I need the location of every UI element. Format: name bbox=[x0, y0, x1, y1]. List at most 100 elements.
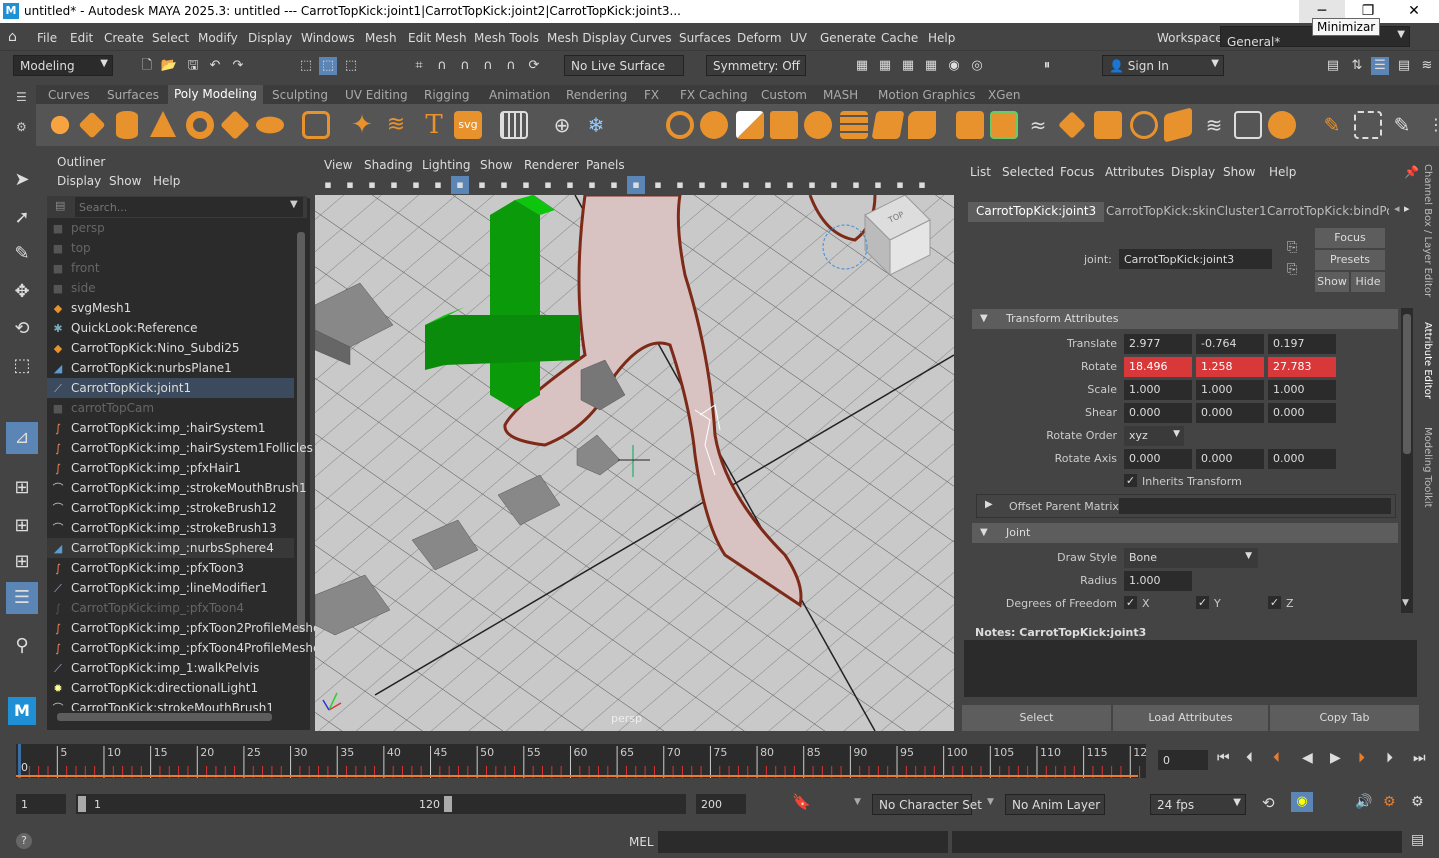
menu-mesh[interactable]: Mesh bbox=[365, 31, 397, 45]
scroll-down-arrow-icon[interactable]: ▼ bbox=[1402, 598, 1409, 608]
outliner-item[interactable]: ✹ CarrotTopKick:directionalLight1 bbox=[47, 678, 294, 698]
side-tab-attribute-editor[interactable]: Attribute Editor bbox=[1422, 322, 1433, 399]
mash-icon[interactable] bbox=[500, 111, 528, 139]
load-attributes-button[interactable]: Load Attributes bbox=[1113, 705, 1268, 731]
shear-x[interactable]: 0.000 bbox=[1124, 403, 1192, 423]
sweep-mesh-icon[interactable]: ≋ bbox=[382, 111, 410, 139]
type-tool-icon[interactable]: T bbox=[420, 111, 448, 139]
transform-attributes-section[interactable]: ▼ Transform Attributes bbox=[972, 309, 1398, 329]
xray-components-icon[interactable]: ▪ bbox=[891, 176, 909, 194]
select-hierarchy-icon[interactable]: ⬚ bbox=[297, 57, 315, 75]
snap-vertex-icon[interactable]: ⟳ bbox=[525, 57, 543, 75]
outliner-item[interactable]: ◆ svgMesh1 bbox=[47, 298, 294, 318]
grease-pencil-icon[interactable]: ▪ bbox=[429, 176, 447, 194]
outliner-scroll-thumb[interactable] bbox=[297, 232, 305, 632]
pause-icon[interactable]: ⏸ bbox=[1038, 57, 1056, 75]
tab-scroll-left-icon[interactable]: ◂ bbox=[1394, 202, 1400, 215]
outliner-menu-help[interactable]: Help bbox=[153, 174, 180, 188]
dof-z-checkbox[interactable]: ✓ bbox=[1268, 596, 1281, 609]
outliner-item[interactable]: ∫ CarrotTopKick:imp_:pfxToon4 bbox=[47, 598, 294, 618]
select-object-icon[interactable]: ⬚ bbox=[319, 57, 337, 75]
snap-surface-icon[interactable]: ∩ bbox=[502, 57, 520, 75]
paint-select-icon[interactable]: ✎ bbox=[6, 238, 38, 270]
translate-z[interactable]: 0.197 bbox=[1268, 334, 1336, 354]
rotate-tool-icon[interactable]: ⟲ bbox=[6, 313, 38, 345]
command-input[interactable] bbox=[658, 831, 948, 853]
outliner-item[interactable]: ■ carrotTopCam bbox=[47, 398, 294, 418]
menu-help[interactable]: Help bbox=[928, 31, 955, 45]
shelf-scroll-icon[interactable]: ⋮ bbox=[1422, 111, 1439, 139]
translate-x[interactable]: 2.977 bbox=[1124, 334, 1192, 354]
redo-icon[interactable]: ↷ bbox=[229, 57, 247, 75]
poly-torus-icon[interactable] bbox=[186, 111, 214, 139]
shelf-tab-custom[interactable]: Custom bbox=[761, 88, 807, 102]
wireframe-icon[interactable]: ▪ bbox=[605, 176, 623, 194]
connect-icon[interactable] bbox=[1058, 111, 1086, 139]
quad-draw-icon[interactable] bbox=[1094, 111, 1122, 139]
range-slider[interactable]: 1 120 bbox=[76, 794, 686, 814]
time-slider[interactable]: 5 10 15 20 25 30 35 40 45 50 55 60 65 70 75 80 85 90 95 100… bbox=[16, 744, 1146, 778]
shear-z[interactable]: 0.000 bbox=[1268, 403, 1336, 423]
field-chart-icon[interactable]: ▪ bbox=[539, 176, 557, 194]
persp-outliner-layout-icon[interactable]: ⊞ bbox=[6, 510, 38, 542]
outliner-item[interactable]: ⟋ CarrotTopKick:imp_1:walkPelvis bbox=[47, 658, 294, 678]
shelf-tab-rendering[interactable]: Rendering bbox=[566, 88, 627, 102]
poly-disc-icon[interactable] bbox=[256, 116, 284, 134]
scale-z[interactable]: 1.000 bbox=[1268, 380, 1336, 400]
attr-menu-focus[interactable]: Focus bbox=[1060, 165, 1094, 179]
attr-menu-display[interactable]: Display bbox=[1171, 165, 1215, 179]
outliner-item[interactable]: ⌒ CarrotTopKick:imp_:strokeBrush12 bbox=[47, 498, 294, 518]
shelf-tab-motion-graphics[interactable]: Motion Graphics bbox=[878, 88, 976, 102]
menu-curves[interactable]: Curves bbox=[630, 31, 672, 45]
menu-windows[interactable]: Windows bbox=[301, 31, 355, 45]
outliner-item[interactable]: ◢ CarrotTopKick:imp_:nurbsSphere4 bbox=[47, 538, 294, 558]
vp-menu-shading[interactable]: Shading bbox=[364, 158, 413, 172]
camera-icon[interactable]: ▪ bbox=[319, 176, 337, 194]
shelf-settings-icon[interactable]: ⚙ bbox=[16, 120, 28, 134]
rotate-axis-x[interactable]: 0.000 bbox=[1124, 449, 1192, 469]
menu-surfaces[interactable]: Surfaces bbox=[679, 31, 731, 45]
time-prefs-icon[interactable]: ⚙ bbox=[1411, 794, 1424, 810]
render-sequence-icon[interactable]: ▦ bbox=[876, 57, 894, 75]
outliner-item[interactable]: ∫ CarrotTopKick:imp_:hairSystem1 bbox=[47, 418, 294, 438]
rotate-x[interactable]: 18.496 bbox=[1124, 357, 1192, 377]
ambient-occlusion-icon[interactable]: ▪ bbox=[737, 176, 755, 194]
2d-pan-icon[interactable]: ▪ bbox=[407, 176, 425, 194]
menu-deform[interactable]: Deform bbox=[737, 31, 782, 45]
platonic-solid-icon[interactable] bbox=[302, 111, 330, 139]
copy-tab-button[interactable]: Copy Tab bbox=[1270, 705, 1419, 731]
default-material-icon[interactable]: ▪ bbox=[649, 176, 667, 194]
measure-icon[interactable]: ⊕ bbox=[548, 111, 576, 139]
play-backwards-icon[interactable]: ◀ bbox=[1302, 750, 1313, 766]
hide-button[interactable]: Hide bbox=[1351, 272, 1385, 292]
outliner-item[interactable]: ■ side bbox=[47, 278, 294, 298]
cam-attr-icon[interactable]: ▪ bbox=[341, 176, 359, 194]
tool-settings-icon[interactable]: ▤ bbox=[1395, 57, 1413, 75]
viewport-panel[interactable]: TOP persp bbox=[315, 155, 954, 731]
character-set-dropdown[interactable]: No Character Set bbox=[872, 794, 982, 815]
viewport-scene[interactable]: TOP persp bbox=[315, 155, 954, 731]
vp-menu-lighting[interactable]: Lighting bbox=[422, 158, 471, 172]
reduce-icon[interactable] bbox=[804, 111, 832, 139]
menu-cache[interactable]: Cache bbox=[881, 31, 918, 45]
help-icon[interactable]: ? bbox=[16, 833, 32, 849]
open-scene-icon[interactable]: 📂 bbox=[160, 57, 178, 75]
combine-icon[interactable] bbox=[666, 111, 694, 139]
search-filter-icon[interactable]: ▤ bbox=[55, 199, 65, 212]
render-view-icon[interactable]: ◎ bbox=[968, 57, 986, 75]
ipr-render-icon[interactable]: ▦ bbox=[899, 57, 917, 75]
select-tool-icon[interactable]: ➤ bbox=[6, 164, 38, 196]
attr-menu-list[interactable]: List bbox=[970, 165, 991, 179]
side-tab-channel-box[interactable]: Channel Box / Layer Editor bbox=[1422, 164, 1433, 297]
outliner-hscroll[interactable] bbox=[47, 711, 292, 723]
auto-uv-icon[interactable] bbox=[1268, 111, 1296, 139]
attr-menu-help[interactable]: Help bbox=[1269, 165, 1296, 179]
save-scene-icon[interactable]: 🖫 bbox=[184, 57, 202, 75]
isolate-icon[interactable]: ▪ bbox=[825, 176, 843, 194]
shelf-tab-sculpting[interactable]: Sculpting bbox=[272, 88, 328, 102]
shelf-tab-mash[interactable]: MASH bbox=[823, 88, 858, 102]
bookmark-icon[interactable]: ▪ bbox=[363, 176, 381, 194]
outliner-item[interactable]: ■ persp bbox=[47, 218, 294, 238]
scale-tool-icon[interactable]: ⬚ bbox=[6, 350, 38, 382]
joint-section[interactable]: ▼ Joint bbox=[972, 523, 1398, 543]
